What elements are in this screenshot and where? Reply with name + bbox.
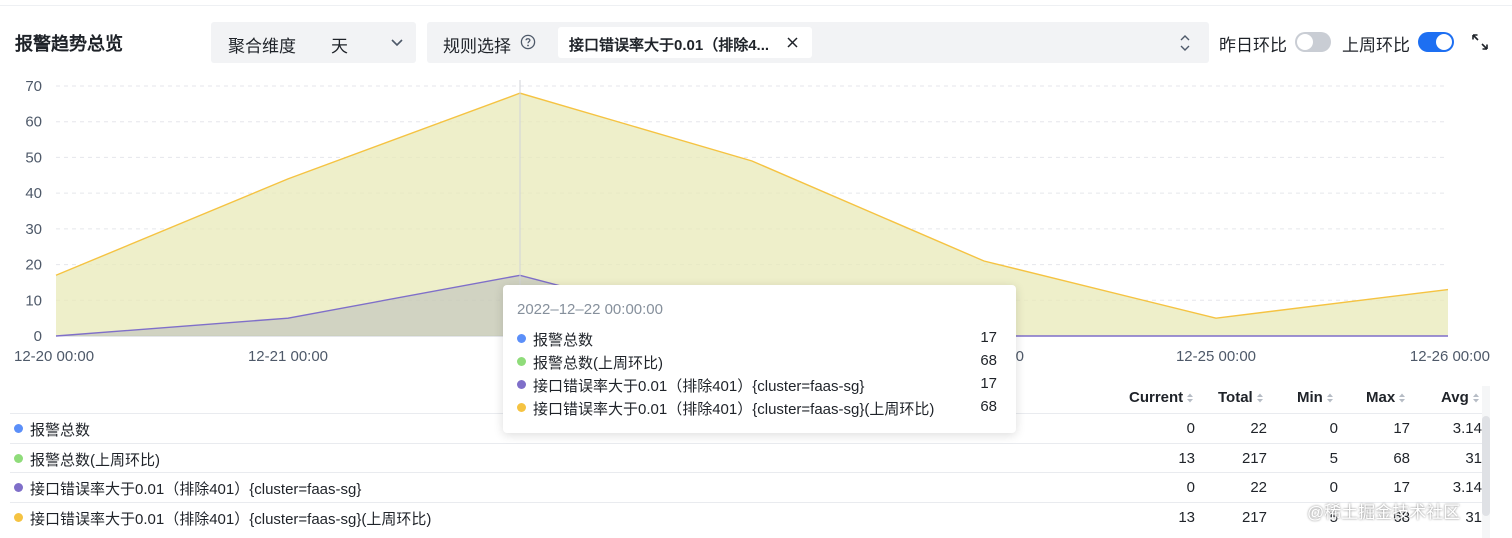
aggregation-label: 聚合维度 (228, 37, 296, 56)
x-tick-label: 12-25 00:00 (1176, 348, 1256, 365)
column-header-total[interactable]: Total (1218, 389, 1264, 406)
lastweek-compare-label: 上周环比 (1342, 36, 1410, 55)
page-title: 报警趋势总览 (15, 34, 123, 54)
min-value: 5 (1329, 450, 1338, 467)
series-color-dot (517, 403, 526, 412)
tooltip-series-value: 68 (980, 398, 997, 415)
column-header-avg[interactable]: Avg (1441, 389, 1480, 406)
tooltip-item: 报警总数 17 (517, 329, 997, 349)
tooltip-item: 报警总数(上周环比) 68 (517, 352, 997, 372)
y-tick-label: 0 (34, 328, 42, 345)
switch-knob (1297, 34, 1313, 50)
total-value: 22 (1250, 479, 1267, 496)
min-value: 0 (1329, 479, 1338, 496)
avg-value: 3.14 (1452, 420, 1482, 437)
column-header-label: Max (1366, 389, 1396, 406)
current-value: 0 (1186, 420, 1195, 437)
switch-knob (1436, 34, 1452, 50)
current-value: 0 (1186, 479, 1195, 496)
total-value: 217 (1241, 450, 1267, 467)
rule-select[interactable]: 规则选择 接口错误率大于0.01（排除4... (427, 22, 1209, 63)
max-value: 68 (1393, 450, 1410, 467)
current-value: 13 (1178, 450, 1195, 467)
tooltip-item: 接口错误率大于0.01（排除401）{cluster=faas-sg}(上周环比… (517, 398, 997, 418)
y-tick-label: 50 (25, 149, 42, 166)
series-color-dot (14, 424, 23, 433)
series-color-dot (14, 513, 23, 522)
series-color-dot (517, 380, 526, 389)
up-down-arrows-icon (1180, 35, 1190, 51)
series-name: 报警总数(上周环比) (30, 452, 160, 469)
y-tick-label: 10 (25, 292, 42, 309)
legend-row[interactable]: 接口错误率大于0.01（排除401）{cluster=faas-sg}(上周环比… (0, 503, 1490, 532)
y-tick-label: 70 (25, 78, 42, 95)
sort-icon (1472, 393, 1479, 403)
sort-icon (1326, 393, 1333, 403)
column-header-label: Current (1129, 389, 1184, 406)
tooltip-series-name: 接口错误率大于0.01（排除401）{cluster=faas-sg} (533, 378, 865, 395)
yesterday-compare-switch[interactable] (1295, 32, 1331, 52)
y-tick-label: 60 (25, 114, 42, 131)
tooltip-series-name: 接口错误率大于0.01（排除401）{cluster=faas-sg}(上周环比… (533, 401, 935, 418)
tooltip-series-name: 报警总数 (533, 332, 594, 349)
max-value: 17 (1393, 420, 1410, 437)
series-color-dot (14, 454, 23, 463)
y-tick-label: 20 (25, 257, 42, 274)
total-value: 22 (1250, 420, 1267, 437)
column-header-current[interactable]: Current (1129, 389, 1194, 406)
tooltip-item: 接口错误率大于0.01（排除401）{cluster=faas-sg} 17 (517, 375, 997, 395)
x-tick-label: 12-20 00:00 (14, 348, 94, 365)
close-icon[interactable] (786, 36, 799, 49)
sort-icon (1256, 393, 1263, 403)
chart-tooltip: 2022–12–22 00:00:00 报警总数 17 报警总数(上周环比) 6… (503, 285, 1016, 433)
tooltip-time: 2022–12–22 00:00:00 (517, 301, 663, 318)
sort-icon (1187, 393, 1194, 403)
tooltip-series-value: 17 (980, 375, 997, 392)
column-header-label: Avg (1441, 389, 1469, 406)
sort-icon (1399, 393, 1406, 403)
question-circle-icon[interactable] (520, 34, 536, 50)
column-header-label: Min (1297, 389, 1323, 406)
x-tick-label: 12-21 00:00 (248, 348, 328, 365)
current-value: 13 (1178, 509, 1195, 526)
x-tick-label: 12-26 00:00 (1410, 348, 1490, 365)
top-divider (0, 5, 1512, 6)
selected-rule-tag[interactable]: 接口错误率大于0.01（排除4... (558, 27, 812, 58)
watermark: @稀土掘金技术社区 (1307, 503, 1461, 522)
total-value: 217 (1241, 509, 1267, 526)
y-tick-label: 40 (25, 185, 42, 202)
legend-row[interactable]: 接口错误率大于0.01（排除401）{cluster=faas-sg} 0 22… (0, 473, 1490, 502)
yesterday-compare-label: 昨日环比 (1219, 36, 1287, 55)
y-tick-label: 30 (25, 221, 42, 238)
series-color-dot (517, 357, 526, 366)
avg-value: 31 (1465, 450, 1482, 467)
series-color-dot (517, 334, 526, 343)
series-color-dot (14, 483, 23, 492)
series-name: 接口错误率大于0.01（排除401）{cluster=faas-sg}(上周环比… (30, 511, 432, 528)
lastweek-compare-switch[interactable] (1418, 32, 1454, 52)
legend-scrollbar[interactable] (1482, 386, 1490, 538)
avg-value: 3.14 (1452, 479, 1482, 496)
column-header-min[interactable]: Min (1297, 389, 1334, 406)
tooltip-series-name: 报警总数(上周环比) (533, 355, 663, 372)
aggregation-select[interactable]: 聚合维度 天 (211, 22, 416, 63)
series-name: 报警总数 (30, 422, 91, 439)
column-header-label: Total (1218, 389, 1253, 406)
rule-select-label: 规则选择 (443, 37, 511, 56)
scrollbar-thumb[interactable] (1482, 416, 1490, 516)
min-value: 0 (1329, 420, 1338, 437)
legend-row[interactable]: 报警总数(上周环比) 13 217 5 68 31 (0, 444, 1490, 473)
selected-rule-tag-label: 接口错误率大于0.01（排除4... (569, 37, 770, 54)
chevron-down-icon (391, 39, 403, 47)
tooltip-series-value: 17 (980, 329, 997, 346)
max-value: 17 (1393, 479, 1410, 496)
aggregation-value: 天 (331, 37, 348, 56)
column-header-max[interactable]: Max (1366, 389, 1406, 406)
tooltip-series-value: 68 (980, 352, 997, 369)
series-name: 接口错误率大于0.01（排除401）{cluster=faas-sg} (30, 481, 362, 498)
expand-icon[interactable] (1471, 33, 1489, 51)
